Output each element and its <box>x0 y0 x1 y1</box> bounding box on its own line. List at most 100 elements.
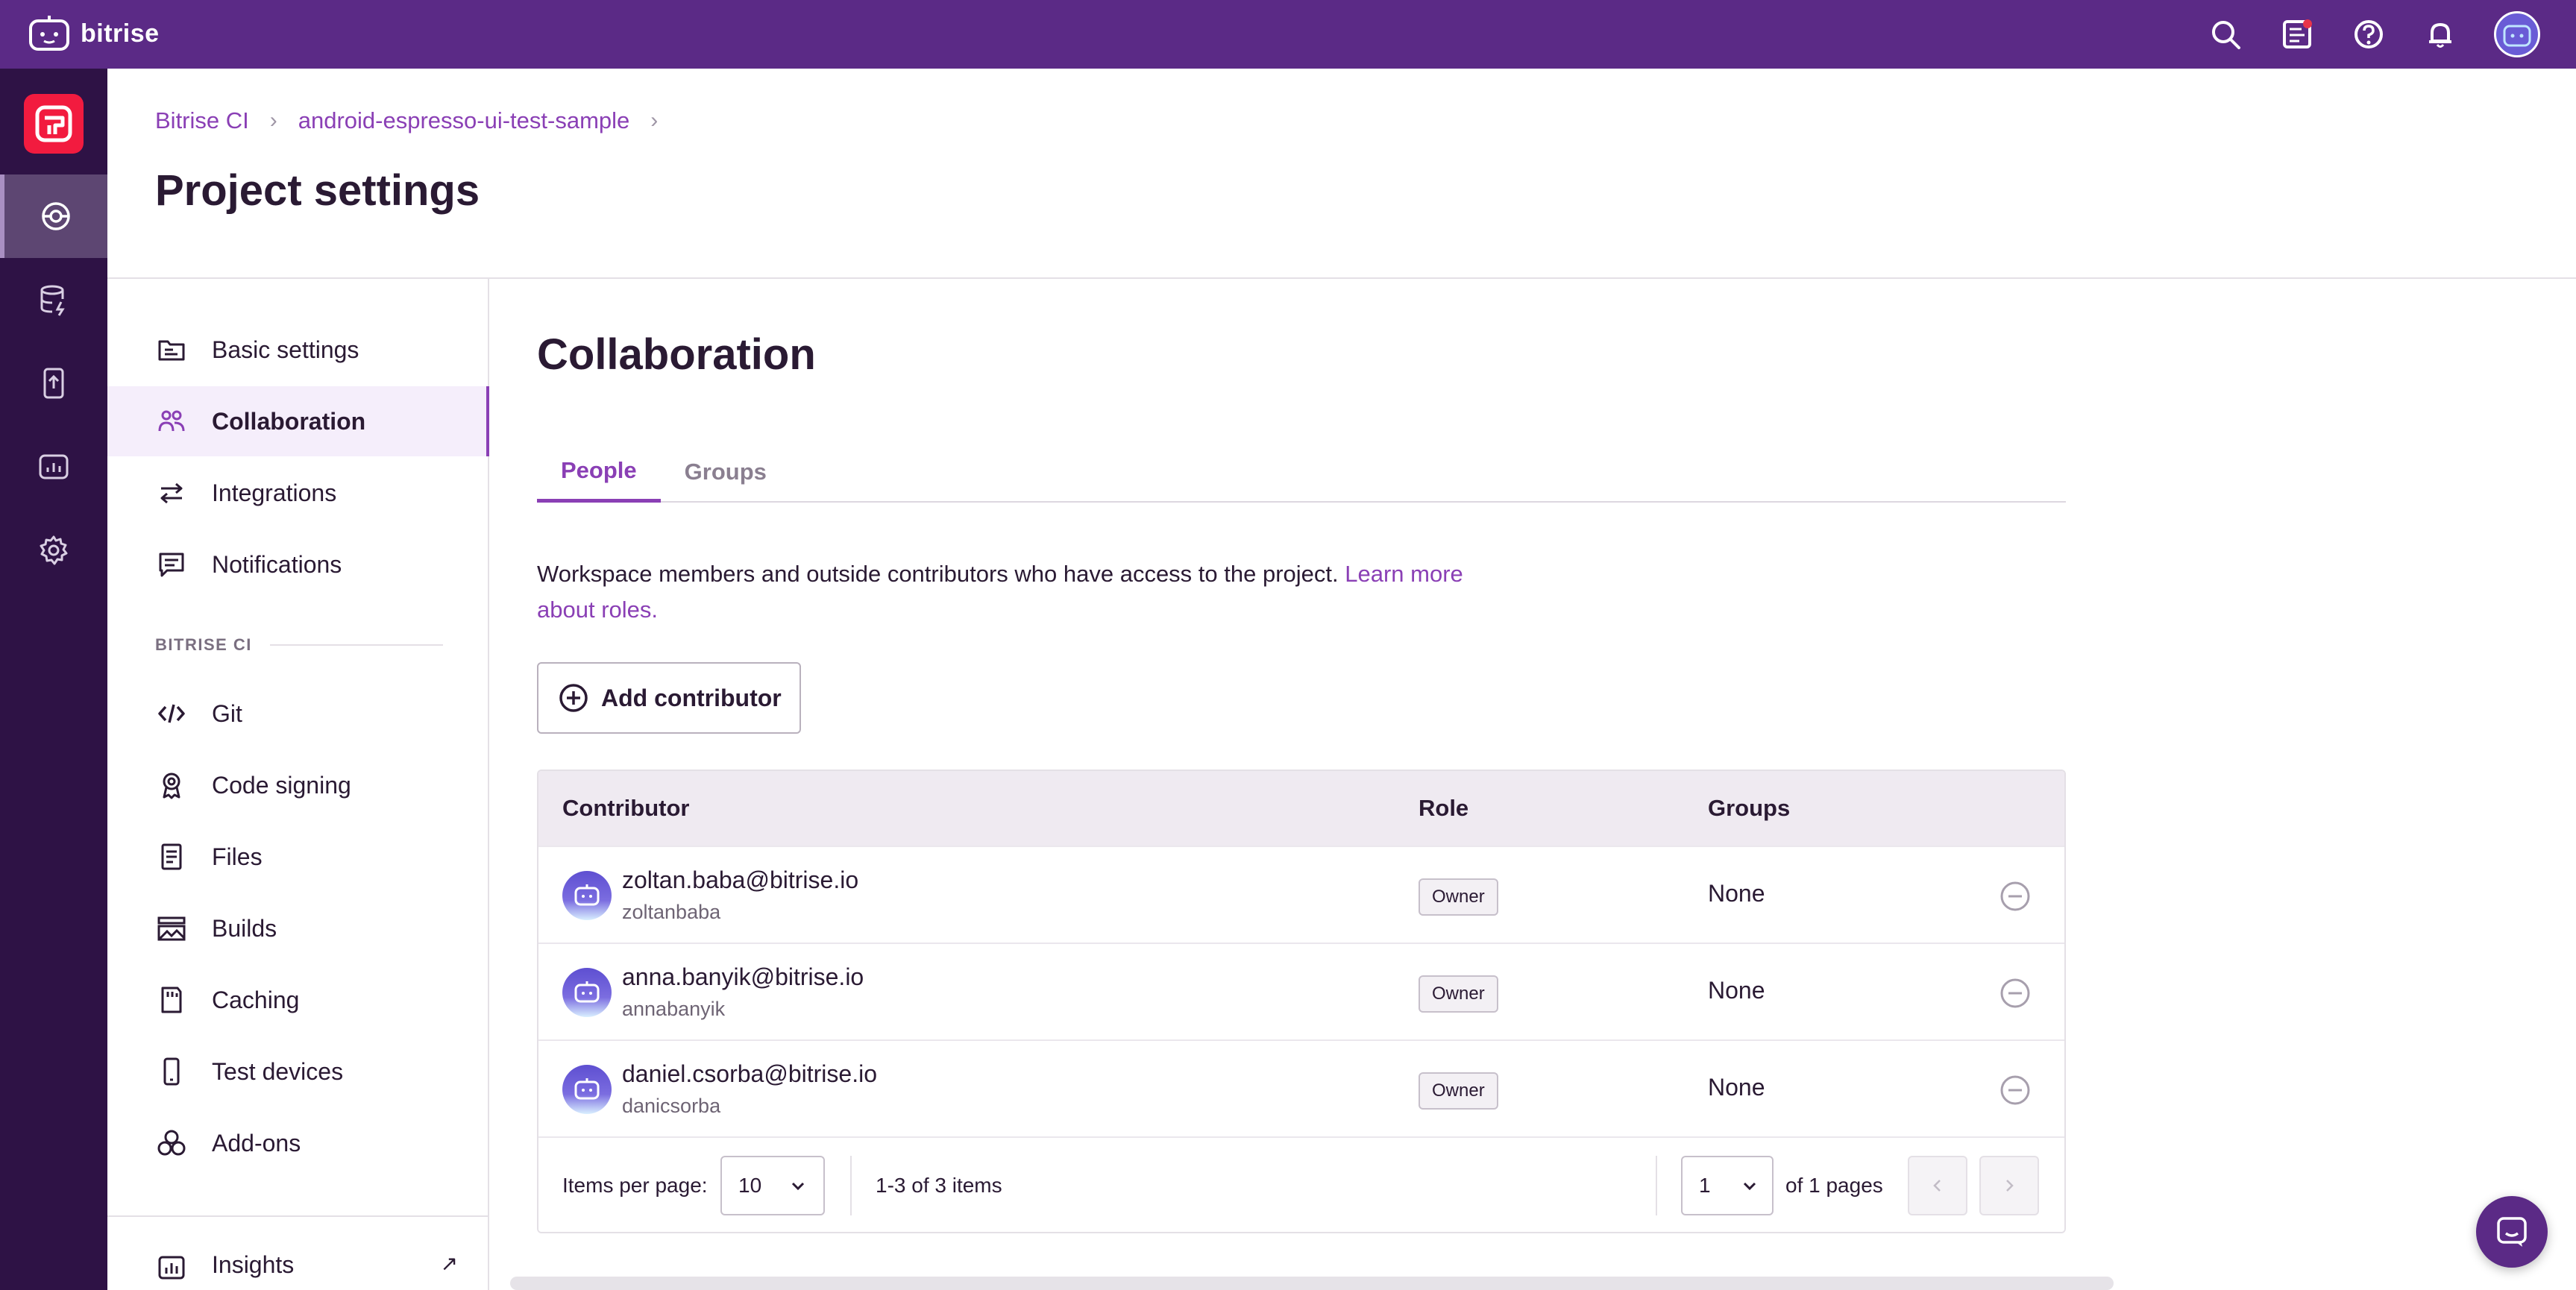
contributor-groups: None <box>1708 880 1765 907</box>
rail-settings-gear-icon[interactable] <box>0 509 107 592</box>
rail-cache-icon[interactable] <box>0 258 107 342</box>
addons-icon <box>155 1127 188 1160</box>
nav-item-code-signing[interactable]: Code signing <box>107 750 489 820</box>
chevron-right-icon: › <box>650 108 659 133</box>
nav-item-insights[interactable]: Insights ↗ <box>107 1251 489 1290</box>
brand-name: bitrise <box>81 19 160 48</box>
avatar <box>562 1065 612 1114</box>
nav-label: Code signing <box>212 771 351 799</box>
column-header-groups: Groups <box>1708 795 1791 821</box>
nav-label: Builds <box>212 914 277 942</box>
table-row: anna.banyik@bitrise.io annabanyik Owner … <box>538 943 2064 1039</box>
role-badge: Owner <box>1419 878 1498 916</box>
next-page-button[interactable] <box>1979 1156 2039 1215</box>
nav-label: Caching <box>212 986 300 1013</box>
items-per-page-select[interactable]: 10 <box>720 1156 825 1215</box>
nav-item-integrations[interactable]: Integrations <box>107 458 489 528</box>
divider <box>269 644 443 646</box>
rail-ci-icon[interactable] <box>0 174 107 258</box>
bitrise-robot-icon <box>29 16 69 51</box>
help-icon[interactable] <box>2351 16 2387 52</box>
chevron-right-icon: › <box>269 108 277 133</box>
divider <box>850 1156 852 1215</box>
items-per-page-label: Items per page: <box>562 1174 708 1197</box>
nav-item-basic-settings[interactable]: Basic settings <box>107 315 489 385</box>
contributor-groups: None <box>1708 1074 1765 1101</box>
page-title: Project settings <box>155 166 480 215</box>
nav-item-notifications[interactable]: Notifications <box>107 529 489 600</box>
rail-release-icon[interactable] <box>0 342 107 425</box>
search-icon[interactable] <box>2208 16 2243 52</box>
contributor-email: daniel.csorba@bitrise.io <box>622 1060 877 1087</box>
contributor-groups: None <box>1708 977 1765 1004</box>
user-avatar[interactable] <box>2494 11 2540 57</box>
page-header: Bitrise CI › android-espresso-ui-test-sa… <box>107 69 2576 279</box>
nav-item-test-devices[interactable]: Test devices <box>107 1036 489 1107</box>
divider <box>1656 1156 1657 1215</box>
page-count: of 1 pages <box>1785 1174 1883 1197</box>
contributor-username: danicsorba <box>622 1095 721 1117</box>
table-pagination: Items per page: 10 1-3 of 3 items 1 of 1… <box>538 1136 2064 1232</box>
nav-item-builds[interactable]: Builds <box>107 893 489 963</box>
description-text: Workspace members and outside contributo… <box>537 561 1339 587</box>
column-header-role: Role <box>1419 795 1469 821</box>
avatar <box>562 968 612 1017</box>
external-link-icon: ↗ <box>440 1252 458 1275</box>
nav-label: Git <box>212 699 242 727</box>
nav-item-git[interactable]: Git <box>107 679 489 749</box>
breadcrumb-project-link[interactable]: android-espresso-ui-test-sample <box>298 107 630 134</box>
plus-circle-icon <box>559 684 588 712</box>
previous-page-button[interactable] <box>1908 1156 1967 1215</box>
notification-dot <box>2303 19 2312 28</box>
top-bar: bitrise <box>0 0 2576 69</box>
bell-icon[interactable] <box>2422 16 2458 52</box>
remove-contributor-icon[interactable] <box>1999 1074 2032 1107</box>
page-select[interactable]: 1 <box>1681 1156 1774 1215</box>
table-row: daniel.csorba@bitrise.io danicsorba Owne… <box>538 1039 2064 1136</box>
bitrise-logo[interactable]: bitrise <box>28 15 160 52</box>
tabs: People Groups <box>537 441 2066 503</box>
people-icon <box>155 405 188 438</box>
contributor-email: zoltan.baba@bitrise.io <box>622 866 859 893</box>
changelog-icon[interactable] <box>2279 16 2315 52</box>
chat-icon <box>2497 1217 2527 1247</box>
tab-people[interactable]: People <box>537 441 661 503</box>
rail-insights-icon[interactable] <box>0 425 107 509</box>
contributor-username: zoltanbaba <box>622 901 721 923</box>
workspace-logo[interactable] <box>24 94 84 154</box>
avatar <box>562 871 612 920</box>
contributors-table: Contributor Role Groups zoltan.baba@bitr… <box>537 770 2066 1233</box>
folder-icon <box>155 333 188 366</box>
remove-contributor-icon[interactable] <box>1999 880 2032 913</box>
breadcrumb-workspace-link[interactable]: Bitrise CI <box>155 107 249 134</box>
badge-ribbon-icon <box>155 769 188 802</box>
nav-label: Insights <box>212 1251 295 1278</box>
description: Workspace members and outside contributo… <box>537 556 1521 628</box>
message-icon <box>155 548 188 581</box>
add-contributor-button[interactable]: Add contributor <box>537 662 801 734</box>
nav-label: Collaboration <box>212 407 366 435</box>
table-header: Contributor Role Groups <box>538 771 2064 846</box>
nav-label: Test devices <box>212 1057 344 1085</box>
breadcrumb: Bitrise CI › android-espresso-ui-test-sa… <box>155 107 658 134</box>
arrows-exchange-icon <box>155 476 188 509</box>
nav-item-caching[interactable]: Caching <box>107 965 489 1035</box>
settings-nav: Basic settings Collaboration Integration… <box>107 279 489 1290</box>
nav-item-add-ons[interactable]: Add-ons <box>107 1108 489 1178</box>
left-rail <box>0 69 107 1290</box>
code-icon <box>155 697 188 730</box>
nav-section-bitrise-ci: BITRISE CI <box>155 635 443 655</box>
remove-contributor-icon[interactable] <box>1999 977 2032 1010</box>
horizontal-scrollbar[interactable] <box>510 1277 2114 1290</box>
add-contributor-label: Add contributor <box>601 684 782 711</box>
nav-item-collaboration[interactable]: Collaboration <box>107 386 489 456</box>
chevron-down-icon <box>1743 1182 1756 1191</box>
nav-item-files[interactable]: Files <box>107 822 489 892</box>
tab-groups[interactable]: Groups <box>661 441 791 503</box>
page-value: 1 <box>1699 1174 1711 1197</box>
nav-label: Files <box>212 843 263 870</box>
cache-icon <box>155 984 188 1016</box>
builds-icon <box>155 912 188 945</box>
nav-label: Add-ons <box>212 1129 301 1157</box>
chat-support-button[interactable] <box>2476 1196 2548 1268</box>
